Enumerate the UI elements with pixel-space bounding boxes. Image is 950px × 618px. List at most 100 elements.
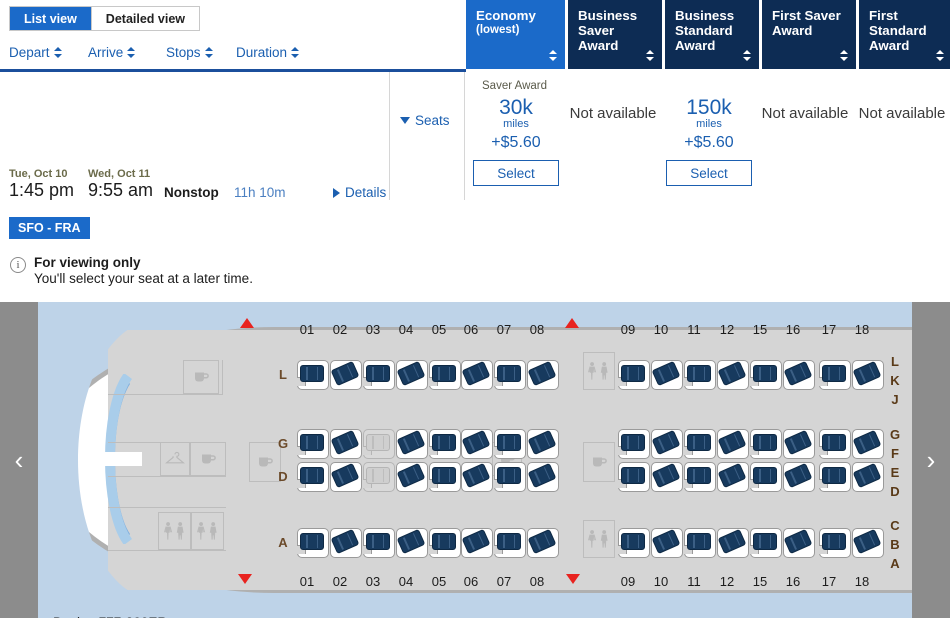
sort-duration[interactable]: Duration	[236, 45, 300, 60]
seat-fwd-A-6[interactable]	[461, 528, 493, 558]
seat-aft-D-5[interactable]	[750, 462, 782, 492]
fare-header-0[interactable]: Economy (lowest)	[466, 0, 565, 69]
seat-fwd-A-2[interactable]	[330, 528, 362, 558]
select-button[interactable]: Select	[473, 160, 559, 186]
seatmap-prev-button[interactable]: ‹	[0, 302, 38, 618]
seat-fwd-G-6[interactable]	[461, 429, 493, 459]
seat-aft-L-5[interactable]	[750, 360, 782, 390]
seat-fwd-D-3[interactable]	[363, 462, 395, 492]
cabin-divider-0	[108, 394, 223, 395]
fare-sort-icon[interactable]	[549, 49, 557, 62]
seat-map: Boeing 777-300ER 01020304050607080910111…	[0, 302, 950, 618]
seat-aft-G-6[interactable]	[783, 429, 815, 459]
seat-aft-D-3[interactable]	[684, 462, 716, 492]
select-button[interactable]: Select	[666, 160, 752, 186]
seat-aft-G-7[interactable]	[819, 429, 851, 459]
seat-aft-L-7[interactable]	[819, 360, 851, 390]
seat-fwd-A-4[interactable]	[396, 528, 428, 558]
seat-cushion	[687, 365, 711, 382]
fare-sort-icon[interactable]	[646, 49, 654, 62]
seat-fwd-A-3[interactable]	[363, 528, 395, 558]
seat-fwd-L-4[interactable]	[396, 360, 428, 390]
details-toggle[interactable]: Details	[333, 185, 386, 200]
seat-fwd-G-1[interactable]	[297, 429, 329, 459]
seat-aft-G-8[interactable]	[852, 429, 884, 459]
seat-aft-L-2[interactable]	[651, 360, 683, 390]
seat-fwd-A-7[interactable]	[494, 528, 526, 558]
sort-arrive[interactable]: Arrive	[88, 45, 136, 60]
seat-fwd-L-1[interactable]	[297, 360, 329, 390]
seat-aft-L-3[interactable]	[684, 360, 716, 390]
fare-sort-icon[interactable]	[936, 49, 944, 62]
seat-aft-G-2[interactable]	[651, 429, 683, 459]
seat-fwd-D-2[interactable]	[330, 462, 362, 492]
seat-fwd-G-5[interactable]	[429, 429, 461, 459]
sort-stops[interactable]: Stops	[166, 45, 213, 60]
seat-aft-G-5[interactable]	[750, 429, 782, 459]
seat-aft-G-4[interactable]	[717, 429, 749, 459]
seat-fwd-G-3[interactable]	[363, 429, 395, 459]
seat-aft-D-7[interactable]	[819, 462, 851, 492]
seats-toggle[interactable]: Seats	[400, 113, 450, 128]
seat-aft-A-1[interactable]	[618, 528, 650, 558]
seat-fwd-L-8[interactable]	[527, 360, 559, 390]
fare-sort-icon[interactable]	[840, 49, 848, 62]
seat-aft-D-6[interactable]	[783, 462, 815, 492]
seat-aft-A-4[interactable]	[717, 528, 749, 558]
seat-aft-G-3[interactable]	[684, 429, 716, 459]
seat-letter-right-E: E	[890, 465, 900, 480]
fare-sort-icon[interactable]	[743, 49, 751, 62]
seat-fwd-D-5[interactable]	[429, 462, 461, 492]
seat-fwd-D-7[interactable]	[494, 462, 526, 492]
seat-fwd-G-4[interactable]	[396, 429, 428, 459]
tab-list-view[interactable]: List view	[10, 7, 91, 30]
seat-fwd-L-3[interactable]	[363, 360, 395, 390]
seat-fwd-D-4[interactable]	[396, 462, 428, 492]
sort-updown-icon[interactable]	[53, 46, 62, 59]
seat-aft-A-8[interactable]	[852, 528, 884, 558]
seat-aft-A-3[interactable]	[684, 528, 716, 558]
fare-header-4[interactable]: First Standard Award	[859, 0, 950, 69]
seat-aft-D-2[interactable]	[651, 462, 683, 492]
seat-fwd-D-1[interactable]	[297, 462, 329, 492]
seat-fwd-L-2[interactable]	[330, 360, 362, 390]
sort-depart[interactable]: Depart	[9, 45, 62, 60]
sort-updown-icon[interactable]	[291, 46, 300, 59]
seat-fwd-L-6[interactable]	[461, 360, 493, 390]
seat-aft-D-1[interactable]	[618, 462, 650, 492]
seat-fwd-G-7[interactable]	[494, 429, 526, 459]
seat-fwd-L-7[interactable]	[494, 360, 526, 390]
seat-fwd-G-2[interactable]	[330, 429, 362, 459]
fare-header-2[interactable]: Business Standard Award	[665, 0, 759, 69]
seat-aft-G-1[interactable]	[618, 429, 650, 459]
seat-fwd-A-5[interactable]	[429, 528, 461, 558]
seat-fwd-A-1[interactable]	[297, 528, 329, 558]
seat-fwd-G-8[interactable]	[527, 429, 559, 459]
fare-header-3[interactable]: First Saver Award	[762, 0, 856, 69]
fare-header-1[interactable]: Business Saver Award	[568, 0, 662, 69]
award-type-label	[662, 80, 756, 96]
seat-aft-L-6[interactable]	[783, 360, 815, 390]
sort-updown-icon[interactable]	[204, 46, 213, 59]
seat-aft-A-5[interactable]	[750, 528, 782, 558]
seat-aft-L-1[interactable]	[618, 360, 650, 390]
route-badge[interactable]: SFO - FRA	[9, 217, 90, 239]
triangle-right-icon	[333, 187, 340, 198]
seat-aft-A-2[interactable]	[651, 528, 683, 558]
sort-updown-icon[interactable]	[127, 46, 136, 59]
seat-fwd-L-5[interactable]	[429, 360, 461, 390]
seat-aft-A-7[interactable]	[819, 528, 851, 558]
fare-column-headers: Economy (lowest) Business Saver Award Busin…	[466, 0, 950, 69]
seat-fwd-A-8[interactable]	[527, 528, 559, 558]
seats-tab-panel[interactable]: Seats	[389, 72, 465, 200]
seat-aft-L-4[interactable]	[717, 360, 749, 390]
seatmap-next-button[interactable]: ›	[912, 302, 950, 618]
seat-fwd-D-6[interactable]	[461, 462, 493, 492]
seat-aft-D-4[interactable]	[717, 462, 749, 492]
seat-fwd-D-8[interactable]	[527, 462, 559, 492]
not-available-label: Not available	[569, 105, 657, 122]
seat-aft-L-8[interactable]	[852, 360, 884, 390]
seat-aft-A-6[interactable]	[783, 528, 815, 558]
seat-aft-D-8[interactable]	[852, 462, 884, 492]
tab-detailed-view[interactable]: Detailed view	[90, 7, 199, 30]
